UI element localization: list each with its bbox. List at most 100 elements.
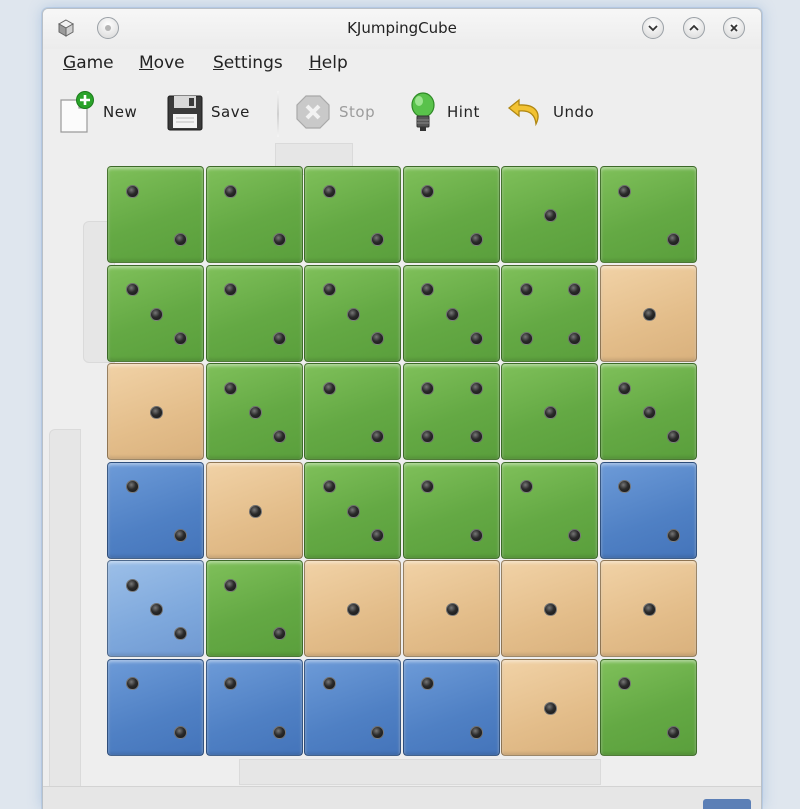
pip-dot bbox=[666, 725, 680, 739]
pip-dot bbox=[224, 283, 238, 297]
cube-cell[interactable] bbox=[304, 560, 401, 657]
cube-cell[interactable] bbox=[501, 264, 598, 362]
cube-cell[interactable] bbox=[599, 658, 697, 756]
cube-cell[interactable] bbox=[205, 560, 303, 657]
cube-cell[interactable] bbox=[402, 560, 500, 657]
cube-cell[interactable] bbox=[402, 264, 500, 362]
pip-dot bbox=[421, 677, 435, 691]
pip-dot bbox=[224, 184, 238, 198]
pip-dot bbox=[371, 430, 385, 444]
menu-mnemonic: G bbox=[63, 53, 77, 73]
cube-cell[interactable] bbox=[304, 363, 401, 460]
cube-cell[interactable] bbox=[107, 166, 204, 263]
maximize-button[interactable] bbox=[683, 17, 705, 39]
pip-dot bbox=[174, 528, 188, 542]
cube-cell[interactable] bbox=[107, 461, 204, 559]
pip-dot bbox=[445, 307, 459, 321]
pip-dot bbox=[272, 331, 286, 345]
pip-dot bbox=[174, 233, 188, 247]
cube-cell[interactable] bbox=[402, 658, 500, 756]
cube-cell[interactable] bbox=[107, 658, 204, 756]
undo-label: Undo bbox=[553, 103, 595, 121]
pip-dot bbox=[322, 184, 336, 198]
cube-cell[interactable] bbox=[402, 166, 500, 263]
cube-cell[interactable] bbox=[304, 166, 401, 263]
cube-cell[interactable] bbox=[501, 658, 598, 756]
pip-dot bbox=[371, 331, 385, 345]
cube-cell[interactable] bbox=[402, 461, 500, 559]
minimize-button[interactable] bbox=[642, 17, 664, 39]
menu-game[interactable]: Game bbox=[63, 53, 114, 73]
pip-dot bbox=[347, 504, 360, 518]
cube-cell[interactable] bbox=[599, 264, 697, 362]
pip-dot bbox=[519, 283, 533, 297]
cube-cell[interactable] bbox=[501, 560, 598, 657]
hint-button[interactable]: Hint bbox=[405, 87, 480, 137]
cube-cell[interactable] bbox=[599, 461, 697, 559]
cube-cell[interactable] bbox=[205, 363, 303, 460]
pip-dot bbox=[421, 430, 435, 444]
close-button[interactable] bbox=[723, 17, 745, 39]
pip-dot bbox=[322, 381, 336, 395]
pip-dot bbox=[618, 677, 632, 691]
pip-dot bbox=[272, 430, 286, 444]
cube-cell[interactable] bbox=[501, 363, 598, 460]
cube-cell[interactable] bbox=[501, 166, 598, 263]
new-button[interactable]: New bbox=[57, 87, 137, 137]
pip-dot bbox=[421, 184, 435, 198]
cube-cell[interactable] bbox=[107, 560, 204, 657]
pip-dot bbox=[224, 381, 238, 395]
pip-dot bbox=[568, 528, 582, 542]
pip-dot bbox=[666, 233, 680, 247]
pip-dot bbox=[469, 233, 483, 247]
undo-button[interactable]: Undo bbox=[505, 87, 594, 137]
pip-dot bbox=[618, 480, 632, 494]
save-label: Save bbox=[211, 103, 250, 121]
pip-dot bbox=[618, 381, 632, 395]
menu-help[interactable]: Help bbox=[309, 53, 348, 73]
cube-cell[interactable] bbox=[107, 264, 204, 362]
floppy-disk-icon bbox=[167, 95, 203, 131]
pip-dot bbox=[469, 381, 483, 395]
menu-move[interactable]: Move bbox=[139, 53, 185, 73]
cube-cell[interactable] bbox=[304, 658, 401, 756]
cube-cell[interactable] bbox=[599, 166, 697, 263]
pip-dot bbox=[544, 209, 557, 222]
pip-dot bbox=[666, 528, 680, 542]
hint-label: Hint bbox=[447, 103, 480, 121]
pip-dot bbox=[421, 283, 435, 297]
pip-dot bbox=[568, 283, 582, 297]
stop-button[interactable]: Stop bbox=[293, 87, 375, 137]
save-button[interactable]: Save bbox=[165, 87, 250, 137]
cube-cell[interactable] bbox=[599, 363, 697, 460]
cube-cell[interactable] bbox=[304, 461, 401, 559]
pip-dot bbox=[248, 406, 262, 419]
cube-cell[interactable] bbox=[205, 658, 303, 756]
pip-dot bbox=[469, 725, 483, 739]
cube-cell[interactable] bbox=[501, 461, 598, 559]
pip-dot bbox=[347, 603, 360, 616]
chevron-down-icon bbox=[648, 25, 658, 32]
title-bar[interactable]: KJumpingCube bbox=[43, 9, 761, 49]
pip-dot bbox=[224, 677, 238, 691]
cube-cell[interactable] bbox=[205, 461, 303, 559]
pip-dot bbox=[125, 283, 139, 297]
pip-dot bbox=[371, 528, 385, 542]
pip-dot bbox=[642, 603, 656, 616]
cube-cell[interactable] bbox=[107, 363, 204, 460]
game-board bbox=[107, 166, 697, 756]
cube-cell[interactable] bbox=[205, 264, 303, 362]
pip-dot bbox=[150, 603, 163, 616]
pip-dot bbox=[174, 627, 188, 641]
pip-dot bbox=[125, 184, 139, 198]
pip-dot bbox=[445, 603, 459, 616]
cube-cell[interactable] bbox=[205, 166, 303, 263]
menu-settings[interactable]: Settings bbox=[213, 53, 283, 73]
cube-cell[interactable] bbox=[402, 363, 500, 460]
pip-dot bbox=[322, 480, 336, 494]
cube-cell[interactable] bbox=[304, 264, 401, 362]
menu-mnemonic: H bbox=[309, 53, 322, 73]
cube-cell[interactable] bbox=[599, 560, 697, 657]
pip-dot bbox=[272, 627, 286, 641]
menu-mnemonic: S bbox=[213, 53, 224, 73]
